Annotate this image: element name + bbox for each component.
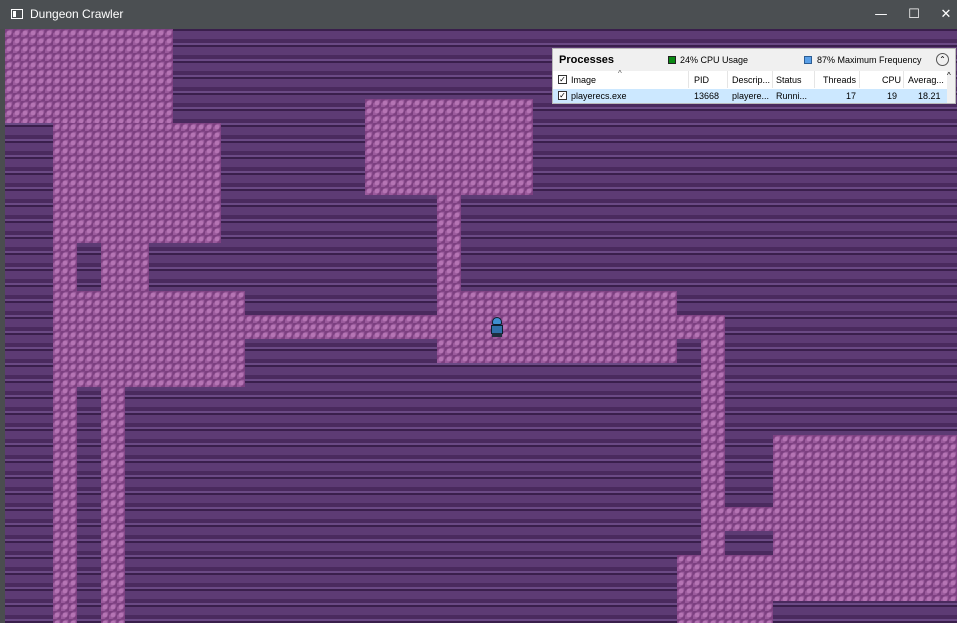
floor-corridor-left-c: [101, 387, 125, 623]
process-description: playere...: [732, 91, 770, 101]
process-row-checkbox[interactable]: ✓: [558, 91, 567, 100]
process-image-name: playerecs.exe: [571, 91, 627, 101]
column-divider: [814, 71, 815, 88]
column-image[interactable]: Image: [571, 75, 596, 85]
floor-room-midleft: [53, 291, 245, 387]
column-status[interactable]: Status: [776, 75, 802, 85]
overlay-title: Processes: [559, 54, 615, 66]
collapse-chevron-up-icon[interactable]: ⌃: [936, 53, 949, 66]
column-header-row: ✓ ^ Image PID Descrip... Status Threads …: [553, 69, 955, 88]
process-monitor-overlay[interactable]: Processes 24% CPU Usage 87% Maximum Freq…: [552, 48, 956, 104]
floor-room-bottom: [677, 555, 773, 623]
floor-room-center: [437, 291, 677, 363]
column-divider: [727, 71, 728, 88]
max-frequency-label: 87% Maximum Frequency: [817, 55, 922, 65]
floor-corridor-lower-right: [725, 507, 773, 531]
floor-corridor-left-b: [101, 243, 149, 291]
column-divider: [772, 71, 773, 88]
select-all-checkbox[interactable]: ✓: [558, 75, 567, 84]
overlay-header: Processes 24% CPU Usage 87% Maximum Freq…: [553, 49, 955, 72]
sort-caret-icon: ^: [618, 69, 622, 78]
floor-room-left: [53, 123, 221, 243]
close-button[interactable]: ✕: [929, 0, 957, 29]
cpu-usage-label: 24% CPU Usage: [680, 55, 749, 65]
column-divider: [688, 71, 689, 88]
process-status: Runni...: [776, 91, 808, 101]
maximize-button[interactable]: ☐: [897, 0, 931, 29]
column-average[interactable]: Averag...: [908, 75, 946, 85]
floor-room-topleft: [5, 29, 173, 123]
window-title: Dungeon Crawler: [30, 7, 124, 21]
column-threads[interactable]: Threads: [823, 75, 856, 85]
floor-room-bottomright: [773, 435, 957, 601]
title-bar[interactable]: Dungeon Crawler — ☐ ✕: [0, 0, 957, 29]
process-cpu: 19: [887, 91, 898, 101]
player-helmet: [492, 317, 502, 325]
process-average: 18.21: [918, 91, 941, 101]
column-divider: [859, 71, 860, 88]
scroll-up-arrow-icon[interactable]: ^: [947, 71, 951, 80]
column-divider: [903, 71, 904, 88]
process-row[interactable]: ✓ playerecs.exe 13668 playere... Runni..…: [553, 89, 947, 103]
game-viewport[interactable]: [5, 29, 957, 623]
process-pid: 13668: [694, 91, 720, 101]
column-description[interactable]: Descrip...: [732, 75, 772, 85]
minimize-button[interactable]: —: [864, 0, 898, 29]
player-knight-sprite: [489, 317, 505, 337]
process-threads: 17: [846, 91, 857, 101]
overlay-scrollbar[interactable]: ^: [947, 71, 955, 103]
cpu-usage-indicator-icon: [668, 56, 676, 64]
player-legs: [492, 333, 502, 337]
app-window-icon: [11, 9, 23, 19]
floor-room-top-center: [365, 99, 533, 195]
column-cpu[interactable]: CPU: [882, 75, 901, 85]
column-pid[interactable]: PID: [694, 75, 709, 85]
max-frequency-indicator-icon: [804, 56, 812, 64]
